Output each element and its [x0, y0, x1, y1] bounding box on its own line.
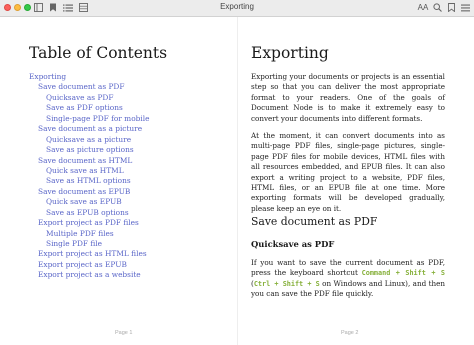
subsection-heading: Quicksave as PDF — [251, 239, 335, 249]
menu-icon[interactable] — [460, 2, 470, 13]
toc-item[interactable]: Single PDF file — [29, 239, 149, 249]
search-icon[interactable] — [432, 2, 442, 13]
toc-item[interactable]: Save as HTML options — [29, 176, 149, 186]
toc-item[interactable]: Single-page PDF for mobile — [29, 114, 149, 124]
page-number: Page 2 — [341, 330, 359, 336]
toc-item[interactable]: Export project as PDF files — [29, 218, 149, 228]
toc-item[interactable]: Save as picture options — [29, 145, 149, 155]
toc-item[interactable]: Save document as a picture — [29, 124, 149, 134]
page-title: Exporting — [251, 44, 329, 62]
toc-item[interactable]: Save document as HTML — [29, 156, 149, 166]
bookmark-icon[interactable] — [446, 2, 456, 13]
shortcut-mac: Command + Shift + S — [361, 269, 446, 278]
toc-item[interactable]: Save as EPUB options — [29, 208, 149, 218]
left-page: Table of Contents Exporting Save document… — [0, 17, 237, 345]
toc-item[interactable]: Save as PDF options — [29, 103, 149, 113]
toc-list: Exporting Save document as PDF Quicksave a… — [29, 72, 149, 281]
toc-item[interactable]: Exporting — [29, 72, 149, 82]
toc-item[interactable]: Save document as EPUB — [29, 187, 149, 197]
shortcut-windows-linux: Ctrl + Shift + S — [253, 279, 320, 288]
toc-item[interactable]: Quick save as EPUB — [29, 197, 149, 207]
paragraph-intro: Exporting your documents or projects is … — [251, 72, 445, 123]
right-page: Exporting Exporting your documents or pr… — [237, 17, 474, 345]
toc-item[interactable]: Quicksave as PDF — [29, 93, 149, 103]
toc-title: Table of Contents — [29, 44, 168, 62]
section-heading: Save document as PDF — [251, 215, 378, 228]
page-number: Page 1 — [115, 330, 133, 336]
title-bar: Exporting AA — [0, 0, 474, 17]
toc-item[interactable]: Save document as PDF — [29, 82, 149, 92]
font-size-button[interactable]: AA — [418, 2, 429, 13]
toc-item[interactable]: Export project as a website — [29, 270, 149, 280]
toc-item[interactable]: Export project as HTML files — [29, 249, 149, 259]
paragraph-formats: At the moment, it can convert documents … — [251, 131, 445, 213]
toolbar-right: AA — [418, 2, 470, 13]
window-title: Exporting — [220, 2, 254, 11]
toc-item[interactable]: Export project as EPUB — [29, 260, 149, 270]
toc-item[interactable]: Quick save as HTML — [29, 166, 149, 176]
toc-item[interactable]: Multiple PDF files — [29, 229, 149, 239]
toc-item[interactable]: Quicksave as a picture — [29, 135, 149, 145]
paragraph-quicksave: If you want to save the current document… — [251, 258, 445, 300]
